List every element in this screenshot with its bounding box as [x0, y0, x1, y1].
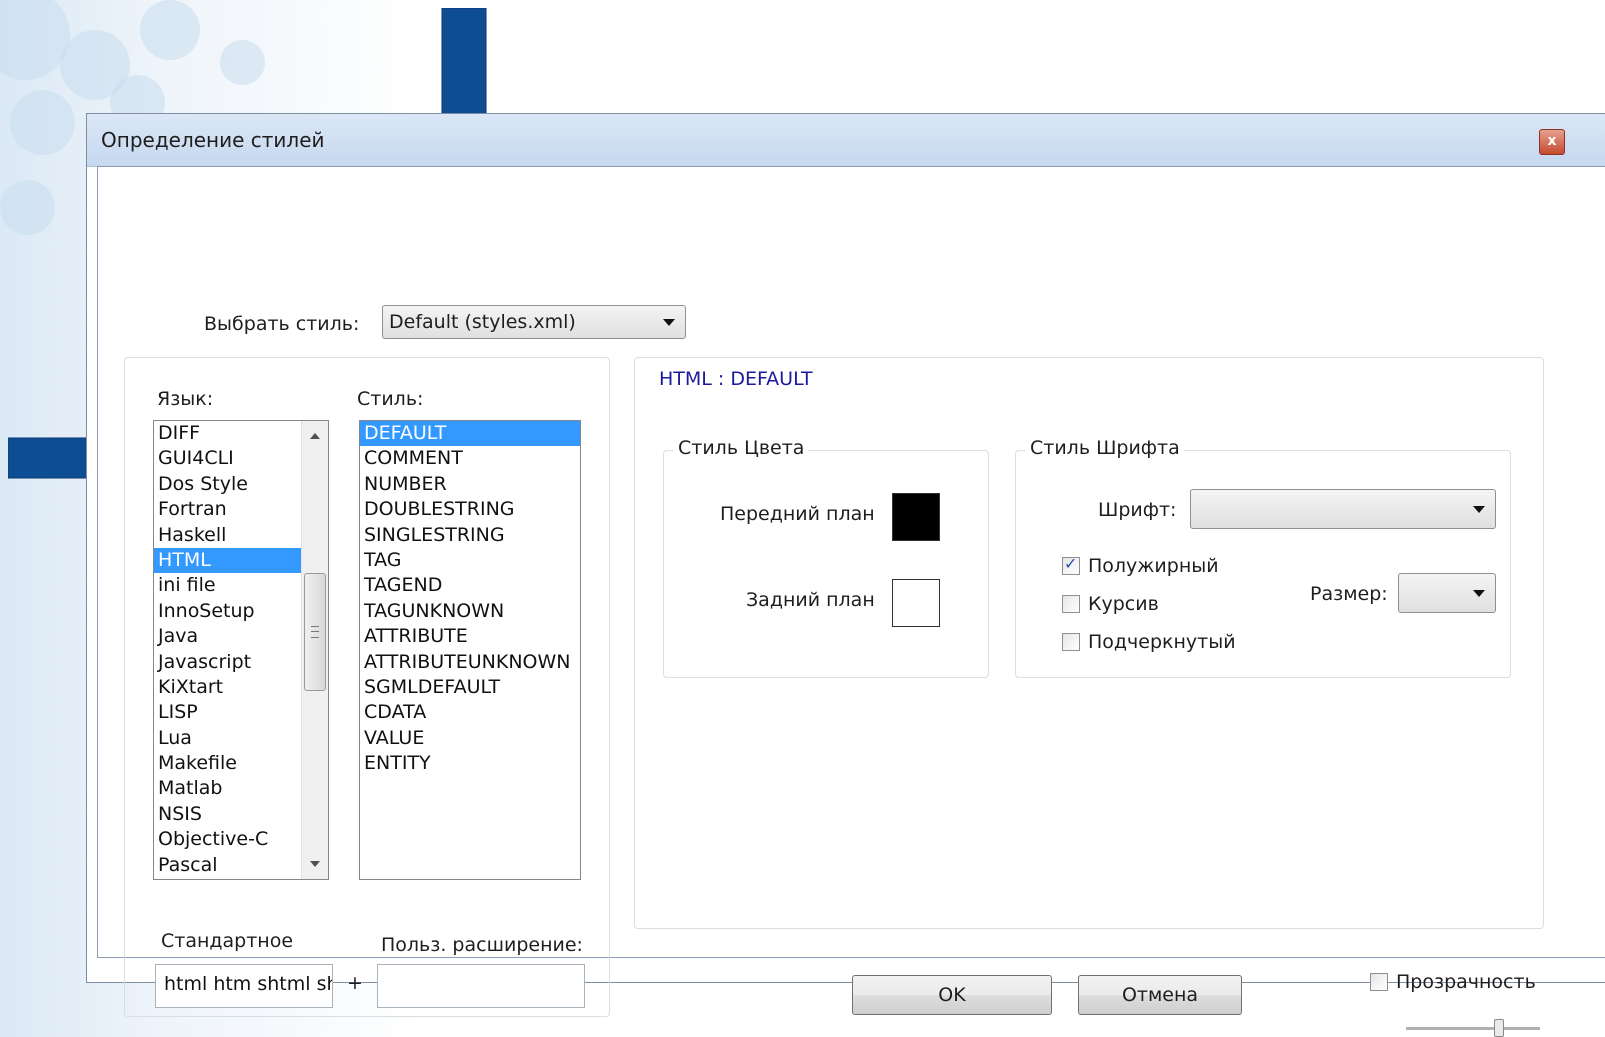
dialog-client-area: Выбрать стиль: Default (styles.xml) Язык…	[97, 166, 1605, 1037]
transparency-slider-thumb[interactable]	[1494, 1019, 1504, 1037]
default-extension-value: html htm shtml sh	[164, 973, 333, 995]
background-dot	[10, 90, 75, 155]
bold-checkbox[interactable]: ✓	[1062, 554, 1080, 575]
chevron-down-icon	[663, 319, 675, 326]
style-list-item[interactable]: COMMENT	[360, 446, 580, 471]
style-list-item[interactable]: TAGUNKNOWN	[360, 599, 580, 624]
select-style-label: Выбрать стиль:	[204, 313, 360, 335]
style-list-item[interactable]: VALUE	[360, 726, 580, 751]
italic-checkbox[interactable]	[1062, 595, 1080, 613]
font-style-group: Стиль Шрифта Шрифт: ✓ Полужирный Курсив …	[1015, 437, 1511, 678]
title-bar: Определение стилей x	[87, 114, 1605, 167]
scroll-thumb[interactable]	[304, 573, 326, 691]
style-list-item[interactable]: TAGEND	[360, 573, 580, 598]
scroll-up-icon[interactable]	[310, 433, 320, 439]
cancel-button[interactable]: Отмена	[1078, 975, 1242, 1015]
default-extension-label: Стандартное	[161, 930, 294, 952]
close-button[interactable]: x	[1539, 129, 1565, 155]
style-list-item[interactable]: CDATA	[360, 700, 580, 725]
dialog-title: Определение стилей	[101, 128, 325, 152]
user-extension-field[interactable]	[377, 964, 585, 1008]
language-listbox[interactable]: DIFF GUI4CLI Dos Style Fortran Haskell HTML in…	[153, 420, 329, 880]
select-style-value: Default (styles.xml)	[389, 311, 576, 333]
plus-sign: +	[347, 972, 363, 994]
chevron-down-icon	[1473, 590, 1485, 597]
transparency-checkbox[interactable]	[1370, 973, 1388, 991]
transparency-label: Прозрачность	[1396, 971, 1536, 993]
select-style-dropdown[interactable]: Default (styles.xml)	[382, 305, 686, 339]
font-label: Шрифт:	[1098, 499, 1177, 521]
style-list-item[interactable]: TAG	[360, 548, 580, 573]
grip-icon	[311, 626, 319, 638]
default-extension-field[interactable]: html htm shtml sh	[155, 964, 333, 1008]
checkmark-icon: ✓	[1064, 554, 1078, 573]
background-dot	[220, 40, 265, 85]
font-dropdown[interactable]	[1190, 489, 1496, 529]
chevron-down-icon	[1473, 506, 1485, 513]
style-details-panel: HTML : DEFAULT Стиль Цвета Передний план…	[634, 357, 1544, 929]
background-color-swatch[interactable]	[892, 579, 940, 627]
style-list-item[interactable]: SGMLDEFAULT	[360, 675, 580, 700]
language-label: Язык:	[157, 388, 214, 410]
background-dot	[0, 180, 55, 235]
style-list: DEFAULT COMMENT NUMBER DOUBLESTRING SINGLEST…	[360, 421, 580, 776]
style-details-heading: HTML : DEFAULT	[659, 368, 813, 390]
foreground-color-swatch[interactable]	[892, 493, 940, 541]
transparency-slider-track[interactable]	[1406, 1027, 1540, 1031]
color-style-legend: Стиль Цвета	[674, 437, 809, 459]
style-list-item[interactable]: DOUBLESTRING	[360, 497, 580, 522]
style-list-item[interactable]: DEFAULT	[360, 421, 580, 447]
style-list-item[interactable]: SINGLESTRING	[360, 523, 580, 548]
style-definition-dialog: Определение стилей x Выбрать стиль: Defa…	[86, 113, 1605, 1037]
style-listbox[interactable]: DEFAULT COMMENT NUMBER DOUBLESTRING SINGLEST…	[359, 420, 581, 880]
background-dot	[140, 0, 200, 60]
underline-label: Подчеркнутый	[1088, 631, 1236, 653]
scroll-down-icon[interactable]	[310, 861, 320, 867]
bold-label: Полужирный	[1088, 555, 1219, 577]
style-list-item[interactable]: ENTITY	[360, 751, 580, 776]
foreground-label: Передний план	[720, 503, 875, 525]
ok-button[interactable]: OK	[852, 975, 1052, 1015]
font-style-legend: Стиль Шрифта	[1026, 437, 1184, 459]
size-dropdown[interactable]	[1398, 573, 1496, 613]
style-list-item[interactable]: ATTRIBUTEUNKNOWN	[360, 650, 580, 675]
user-extension-label: Польз. расширение:	[381, 934, 583, 956]
style-list-item[interactable]: NUMBER	[360, 472, 580, 497]
size-label: Размер:	[1310, 583, 1388, 605]
background-label: Задний план	[746, 589, 875, 611]
language-style-group: Язык: Стиль: DIFF GUI4CLI Dos Style Fortran…	[124, 357, 610, 1017]
style-list-item[interactable]: ATTRIBUTE	[360, 624, 580, 649]
color-style-group: Стиль Цвета Передний план Задний план	[663, 437, 989, 678]
italic-label: Курсив	[1088, 593, 1159, 615]
underline-checkbox[interactable]	[1062, 633, 1080, 651]
style-label: Стиль:	[357, 388, 424, 410]
language-scrollbar[interactable]	[301, 421, 328, 879]
